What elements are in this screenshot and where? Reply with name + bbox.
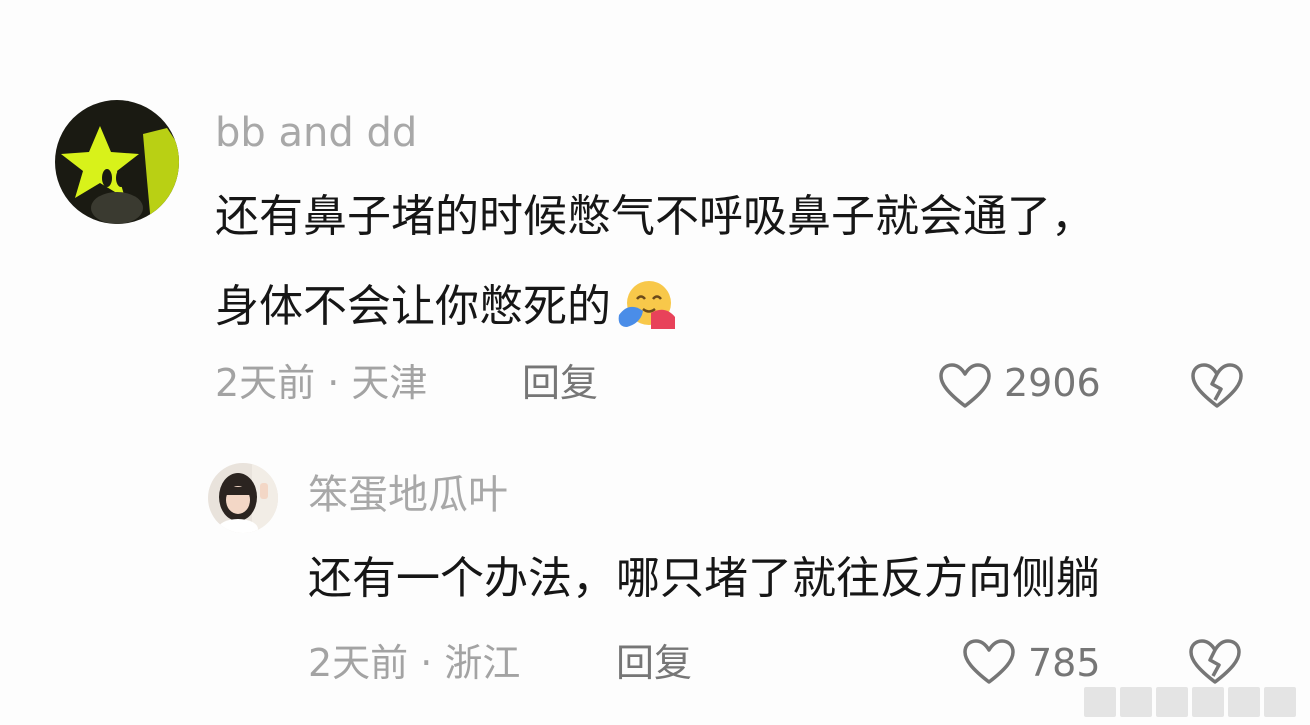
broken-heart-icon	[1189, 639, 1241, 684]
like-button[interactable]	[938, 362, 992, 410]
avatar[interactable]	[55, 100, 179, 224]
watermark	[1084, 687, 1296, 717]
avatar[interactable]	[208, 463, 278, 533]
username[interactable]: 笨蛋地瓜叶	[308, 475, 508, 515]
comment-text: 还有鼻子堵的时候憋气不呼吸鼻子就会通了，	[215, 191, 1095, 242]
girl-photo-avatar-icon	[208, 463, 278, 533]
like-count: 2906	[1004, 361, 1101, 405]
dislike-button[interactable]	[1190, 362, 1244, 410]
comment-thread: bb and dd 还有鼻子堵的时候憋气不呼吸鼻子就会通了， 身体不会让你憋死的…	[0, 0, 1310, 725]
heart-icon	[963, 639, 1015, 684]
dislike-button[interactable]	[1188, 638, 1242, 686]
star-avatar-icon	[55, 100, 179, 224]
comment-text: 还有一个办法，哪只堵了就往反方向侧躺	[308, 553, 1100, 604]
reply-button[interactable]: 回复	[522, 364, 598, 402]
watermark-block	[1228, 687, 1260, 717]
broken-heart-icon	[1191, 363, 1243, 408]
comment-meta: 2天前 · 浙江	[308, 641, 521, 685]
comment-text-line: 身体不会让你憋死的	[215, 281, 611, 332]
username[interactable]: bb and dd	[215, 113, 417, 153]
watermark-block	[1264, 687, 1296, 717]
watermark-block	[1120, 687, 1152, 717]
heart-icon	[939, 363, 991, 408]
comment-meta: 2天前 · 天津	[215, 361, 428, 405]
watermark-block	[1084, 687, 1116, 717]
reply-button[interactable]: 回复	[616, 644, 692, 682]
hugging-face-emoji-icon	[613, 279, 677, 337]
comment-text: 身体不会让你憋死的	[215, 279, 677, 337]
watermark-block	[1192, 687, 1224, 717]
like-button[interactable]	[962, 638, 1016, 686]
like-count: 785	[1028, 641, 1101, 685]
watermark-block	[1156, 687, 1188, 717]
